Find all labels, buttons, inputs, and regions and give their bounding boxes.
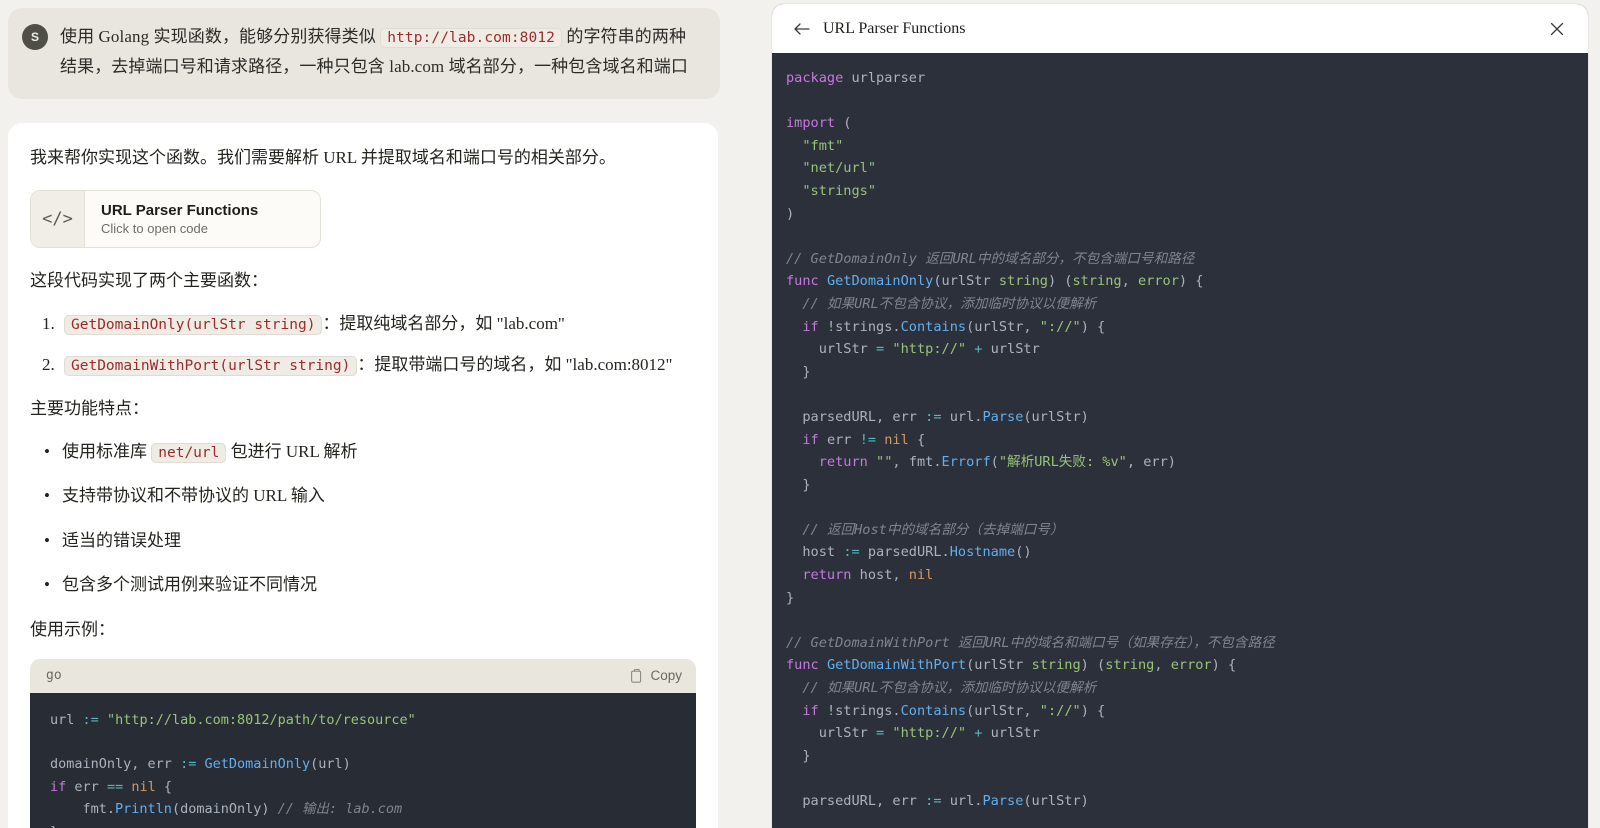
feature-text-pre: 使用标准库 <box>62 442 152 462</box>
inline-code-url: http://lab.com:8012 <box>380 28 562 48</box>
function-description: ：提取带端口号的域名，如 "lab.com:8012" <box>357 355 673 375</box>
functions-list: 1. GetDomainOnly(urlStr string) ：提取纯域名部分，如… <box>30 310 696 378</box>
list-number: 2. <box>42 355 55 375</box>
side-panel-code-text: package urlparser import ( "fmt" "net/ur… <box>786 70 1275 809</box>
usage-heading: 使用示例： <box>30 619 115 639</box>
artifact-card-url-parser-functions[interactable]: </> URL Parser Functions Click to open c… <box>30 190 322 249</box>
list-item: 1. GetDomainOnly(urlStr string) ：提取纯域名部分，如… <box>30 310 696 337</box>
list-item: 适当的错误处理 <box>30 527 696 554</box>
features-heading: 主要功能特点： <box>30 399 149 419</box>
code-block-toolbar: go Copy <box>30 658 696 693</box>
list-item: 支持带协议和不带协议的 URL 输入 <box>30 482 696 509</box>
feature-text-pre: 支持带协议和不带协议的 URL 输入 <box>62 486 325 506</box>
list-item: 2. GetDomainWithPort(urlStr string) ：提取带端口… <box>30 351 696 378</box>
side-panel-header: URL Parser Functions <box>772 4 1588 53</box>
chat-code-text: url := "http://lab.com:8012/path/to/reso… <box>50 711 416 828</box>
code-language-label: go <box>46 668 62 684</box>
feature-text-pre: 适当的错误处理 <box>62 530 181 550</box>
chat-app-window: S 使用 Golang 实现函数，能够分别获得类似 http://lab.com… <box>0 0 1600 828</box>
arrow-left-icon[interactable] <box>788 16 814 42</box>
code-block-content: url := "http://lab.com:8012/path/to/reso… <box>30 692 696 828</box>
copy-code-button[interactable]: Copy <box>631 668 682 683</box>
code-side-panel: URL Parser Functions package urlparser i… <box>772 4 1588 828</box>
function-description: ：提取纯域名部分，如 "lab.com" <box>322 314 565 333</box>
side-panel-code[interactable]: package urlparser import ( "fmt" "net/ur… <box>772 53 1588 828</box>
code-brackets-icon: </> <box>31 191 85 248</box>
inline-code-net-url: net/url <box>151 443 227 464</box>
clipboard-icon <box>631 668 642 683</box>
list-number: 1. <box>42 314 55 333</box>
assistant-message-card: 我来帮你实现这个函数。我们需要解析 URL 并提取域名和端口号的相关部分。 </… <box>8 122 718 828</box>
function-signature-code: GetDomainWithPort(urlStr string) <box>64 356 358 377</box>
copy-button-label: Copy <box>650 668 682 684</box>
chat-column: S 使用 Golang 实现函数，能够分别获得类似 http://lab.com… <box>0 0 760 828</box>
side-panel-title: URL Parser Functions <box>823 19 966 37</box>
assistant-intro-text: 我来帮你实现这个函数。我们需要解析 URL 并提取域名和端口号的相关部分。 <box>30 147 616 167</box>
list-item: 包含多个测试用例来验证不同情况 <box>30 571 696 598</box>
feature-text-pre: 包含多个测试用例来验证不同情况 <box>62 574 317 594</box>
chat-code-block: go Copy url := "http://lab.com:8012/path… <box>30 658 696 828</box>
user-text-part-1: 使用 Golang 实现函数，能够分别获得类似 <box>60 27 376 46</box>
artifact-card-body: URL Parser Functions Click to open code <box>85 191 320 247</box>
function-signature-code: GetDomainOnly(urlStr string) <box>64 315 323 335</box>
feature-text-post: 包进行 URL 解析 <box>226 442 358 462</box>
user-message-bubble: S 使用 Golang 实现函数，能够分别获得类似 http://lab.com… <box>8 8 720 99</box>
features-list: 使用标准库 net/url 包进行 URL 解析 支持带协议和不带协议的 URL… <box>30 438 696 598</box>
artifact-subtitle: Click to open code <box>101 221 208 237</box>
list-item: 使用标准库 net/url 包进行 URL 解析 <box>30 438 696 465</box>
avatar: S <box>22 24 48 50</box>
artifact-title: URL Parser Functions <box>101 202 259 220</box>
functions-heading: 这段代码实现了两个主要函数： <box>30 271 268 291</box>
close-icon[interactable] <box>1544 16 1570 42</box>
user-message-text: 使用 Golang 实现函数，能够分别获得类似 http://lab.com:8… <box>60 22 702 83</box>
